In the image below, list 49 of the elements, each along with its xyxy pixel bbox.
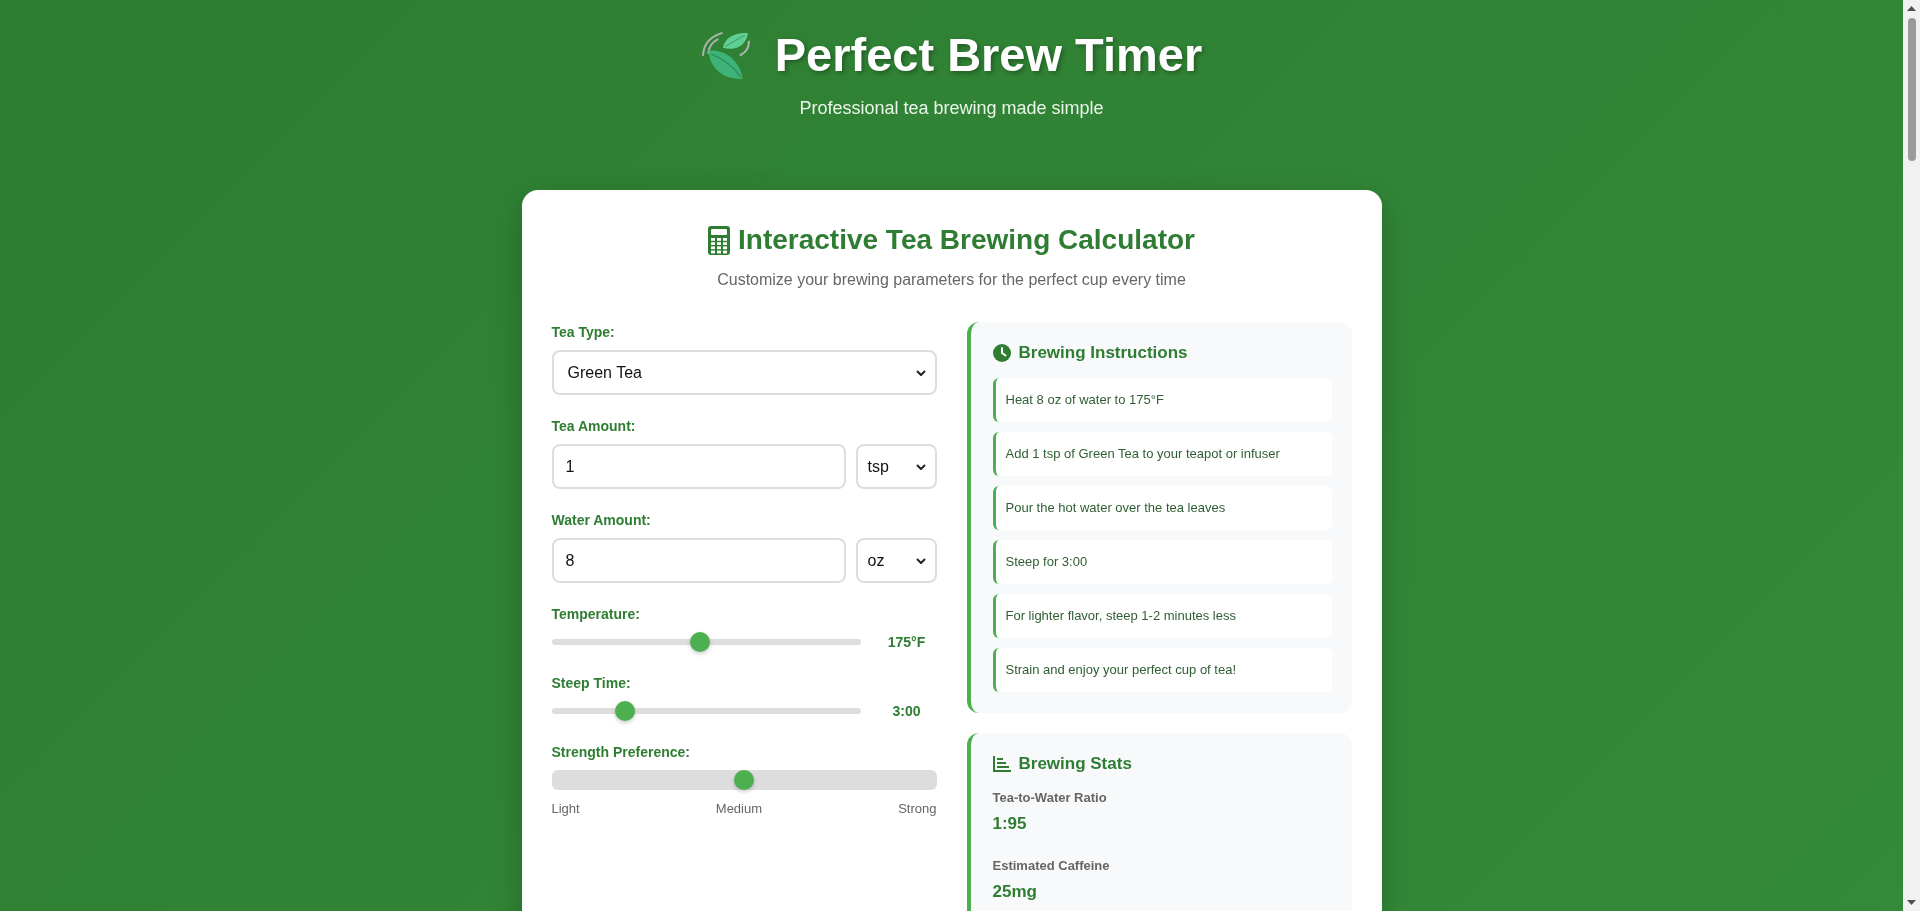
- field-label: Steep Time:: [551, 674, 632, 693]
- slider-value: 3:00: [891, 702, 922, 721]
- slider[interactable]: [551, 770, 937, 790]
- slider-thumb[interactable]: [734, 770, 754, 790]
- slider[interactable]: [551, 632, 861, 652]
- unit-dropdown[interactable]: oz: [855, 538, 937, 583]
- instruction-step: Steep for 3:00: [992, 540, 1332, 584]
- clock-icon: [992, 344, 1011, 362]
- scrollbar-thumb[interactable]: [1907, 18, 1916, 161]
- slider-value: 175°F: [886, 633, 927, 652]
- number-input[interactable]: 1: [551, 444, 846, 489]
- scale-label: Medium: [715, 801, 763, 817]
- instruction-step: Pour the hot water over the tea leaves: [992, 486, 1332, 530]
- up-arrow-icon[interactable]: [1907, 6, 1916, 11]
- card-title: Interactive Tea Brewing Calculator: [738, 223, 1195, 257]
- stat-label: Tea-to-Water Ratio: [992, 789, 1108, 807]
- scale-label: Strong: [898, 801, 937, 817]
- number-input[interactable]: 8: [551, 538, 846, 583]
- app-title: Perfect Brew Timer: [774, 27, 1203, 83]
- scale-label: Light: [551, 801, 580, 817]
- calculator-icon: [708, 225, 730, 255]
- chevron-icon: [915, 369, 926, 376]
- stat-value: 1:95: [992, 813, 1028, 835]
- stat-value: 25mg: [992, 881, 1038, 903]
- card-subtitle: Customize your brewing parameters for the perfect cup every time: [716, 270, 1187, 290]
- instruction-step: Add 1 tsp of Green Tea to your teapot or infuser: [992, 432, 1332, 476]
- instruction-step: For lighter flavor, steep 1-2 minutes less: [992, 594, 1332, 638]
- stat-label: Estimated Caffeine: [992, 857, 1111, 875]
- leaves-icon: [700, 30, 751, 80]
- instruction-step: Strain and enjoy your perfect cup of tea!: [992, 648, 1332, 692]
- panel-title: Brewing Stats: [1018, 753, 1132, 775]
- slider-thumb[interactable]: [615, 701, 636, 721]
- chevron-icon: [915, 463, 926, 470]
- slider-thumb[interactable]: [690, 632, 711, 652]
- slider[interactable]: [551, 701, 861, 721]
- field-label: Tea Amount:: [551, 417, 637, 436]
- dropdown[interactable]: Green Tea: [551, 350, 937, 395]
- instruction-step: Heat 8 oz of water to 175°F: [992, 378, 1332, 422]
- chevron-icon: [915, 557, 926, 564]
- field-label: Temperature:: [551, 605, 641, 624]
- field-label: Water Amount:: [551, 511, 652, 530]
- panel-title: Brewing Instructions: [1018, 342, 1188, 364]
- bar-chart-icon: [992, 756, 1011, 772]
- app-subtitle: Professional tea brewing made simple: [799, 97, 1104, 119]
- scrollbar[interactable]: [1903, 0, 1920, 911]
- unit-dropdown[interactable]: tsp: [855, 444, 937, 489]
- down-arrow-icon[interactable]: [1907, 900, 1916, 905]
- field-label: Tea Type:: [551, 323, 616, 342]
- field-label: Strength Preference:: [551, 743, 691, 762]
